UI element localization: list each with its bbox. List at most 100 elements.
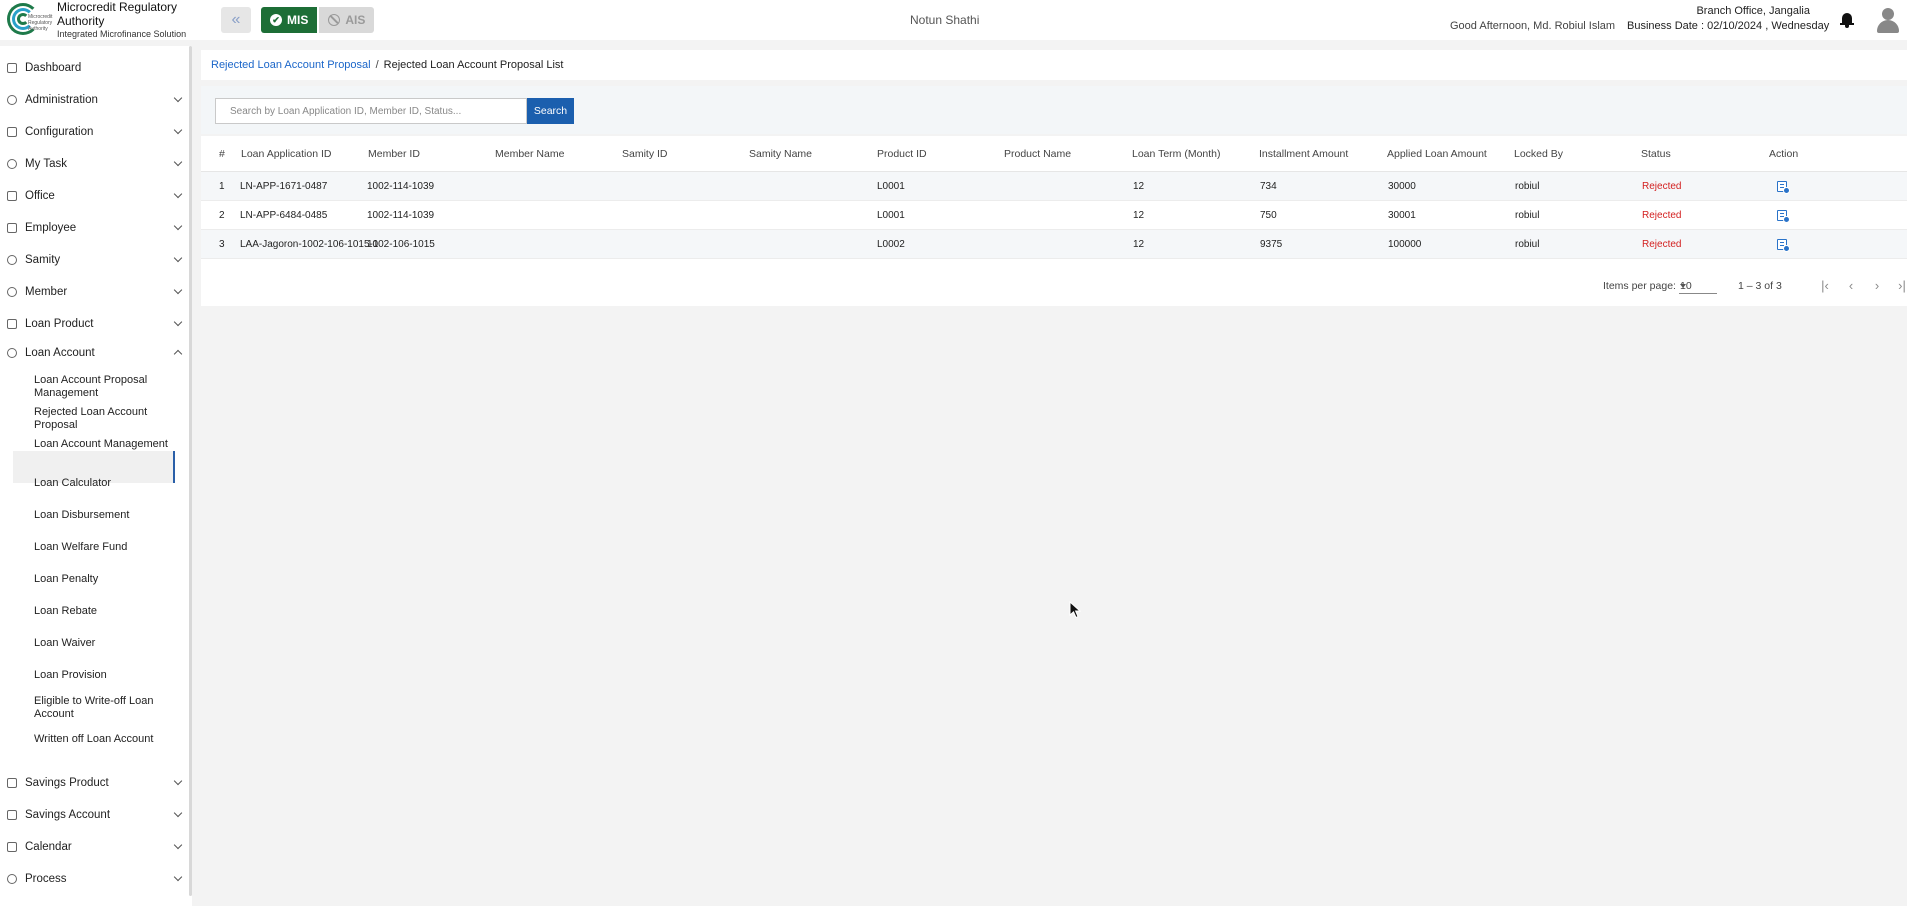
loan-application-id: LN-APP-6484-0485 bbox=[240, 209, 328, 221]
caret-down-icon bbox=[1680, 284, 1686, 288]
items-per-page-label: Items per page: bbox=[1603, 280, 1676, 292]
sidebar-sub-eligible-to-write-off[interactable]: Eligible to Write-off Loan Account bbox=[34, 695, 174, 721]
sidebar-sub-rejected-loan-account-proposal[interactable]: Rejected Loan Account Proposal bbox=[34, 406, 174, 432]
product-id: L0001 bbox=[877, 209, 905, 221]
chevron-left-icon: ‹ bbox=[1848, 277, 1854, 293]
items-per-page-select[interactable]: 10 bbox=[1679, 276, 1717, 294]
next-page-button[interactable]: › bbox=[1868, 276, 1886, 294]
column-header[interactable]: Applied Loan Amount bbox=[1387, 136, 1487, 171]
sidebar-item-configuration[interactable]: Configuration bbox=[0, 122, 185, 142]
sidebar-item-process[interactable]: Process bbox=[0, 869, 185, 889]
collapse-sidebar-button[interactable]: « bbox=[221, 7, 251, 33]
sidebar-sub-loan-account-proposal-management[interactable]: Loan Account Proposal Management bbox=[34, 374, 174, 400]
loan-term: 12 bbox=[1133, 209, 1145, 221]
sidebar-item-administration[interactable]: Administration bbox=[0, 90, 185, 110]
mra-logo-icon: Microcredit Regulatory Authority bbox=[6, 2, 52, 38]
column-header[interactable]: Loan Term (Month) bbox=[1132, 136, 1221, 171]
sidebar-item-my-task[interactable]: My Task bbox=[0, 154, 185, 174]
brand-subtitle: Integrated Microfinance Solution bbox=[57, 28, 187, 39]
view-details-button[interactable] bbox=[1777, 230, 1790, 258]
document-view-icon bbox=[1777, 180, 1790, 194]
column-header[interactable]: Installment Amount bbox=[1259, 136, 1348, 171]
user-avatar-icon[interactable] bbox=[1876, 7, 1900, 33]
branch-office: Branch Office, Jangalia bbox=[1696, 5, 1810, 17]
breadcrumb-separator: / bbox=[375, 59, 379, 71]
row-index: 2 bbox=[219, 209, 225, 221]
view-details-button[interactable] bbox=[1777, 201, 1790, 229]
column-header[interactable]: Product Name bbox=[1004, 136, 1071, 171]
column-header[interactable]: Member Name bbox=[495, 136, 564, 171]
sidebar-sub-loan-provision[interactable]: Loan Provision bbox=[34, 669, 174, 682]
samity-icon bbox=[7, 255, 17, 265]
product-id: L0002 bbox=[877, 238, 905, 250]
first-page-button[interactable]: |‹ bbox=[1816, 276, 1834, 294]
sidebar-sub-loan-calculator[interactable]: Loan Calculator bbox=[34, 477, 174, 490]
chevron-down-icon bbox=[173, 189, 183, 199]
chevron-down-icon bbox=[173, 808, 183, 818]
brand: Microcredit Regulatory Authority Microcr… bbox=[0, 0, 216, 41]
sidebar-item-label: Loan Account bbox=[25, 347, 95, 359]
table-row[interactable]: 1 LN-APP-1671-0487 1002-114-1039 L0001 1… bbox=[201, 172, 1907, 201]
sidebar-item-dashboard[interactable]: Dashboard bbox=[0, 58, 185, 78]
sidebar-item-employee[interactable]: Employee bbox=[0, 218, 185, 238]
sidebar-sub-loan-penalty[interactable]: Loan Penalty bbox=[34, 573, 174, 586]
first-page-icon: |‹ bbox=[1821, 277, 1829, 293]
paginator: Items per page: 10 1 – 3 of 3 |‹ ‹ › ›| bbox=[201, 266, 1907, 306]
sidebar-item-loan-account[interactable]: Loan Account bbox=[0, 343, 185, 363]
grid-icon bbox=[7, 63, 17, 73]
page-title: Rejected Loan Account Proposal List bbox=[383, 59, 564, 71]
previous-page-button[interactable]: ‹ bbox=[1842, 276, 1860, 294]
installment-amount: 9375 bbox=[1260, 238, 1283, 250]
page-range: 1 – 3 of 3 bbox=[1738, 280, 1782, 292]
column-header[interactable]: Loan Application ID bbox=[241, 136, 331, 171]
column-header[interactable]: Status bbox=[1641, 136, 1671, 171]
table-row[interactable]: 2 LN-APP-6484-0485 1002-114-1039 L0001 1… bbox=[201, 201, 1907, 230]
column-header[interactable]: Product ID bbox=[877, 136, 927, 171]
search-button[interactable]: Search bbox=[527, 98, 574, 124]
search-input[interactable] bbox=[215, 98, 527, 124]
sidebar-item-label: Process bbox=[25, 873, 67, 885]
sidebar-sub-loan-account-management[interactable]: Loan Account Management bbox=[34, 438, 174, 451]
last-page-button[interactable]: ›| bbox=[1893, 276, 1907, 294]
sidebar-sub-written-off-loan-account[interactable]: Written off Loan Account bbox=[34, 733, 174, 746]
sidebar-item-label: Savings Product bbox=[25, 777, 109, 789]
sidebar-sub-loan-waiver[interactable]: Loan Waiver bbox=[34, 637, 174, 650]
sidebar-item-member[interactable]: Member bbox=[0, 282, 185, 302]
table-row[interactable]: 3 LAA-Jagoron-1002-106-1015-1 1002-106-1… bbox=[201, 230, 1907, 259]
locked-by: robiul bbox=[1515, 238, 1540, 250]
sidebar-sub-loan-rebate[interactable]: Loan Rebate bbox=[34, 605, 174, 618]
mis-mode-button[interactable]: ✔ MIS bbox=[261, 7, 318, 33]
column-header[interactable]: Locked By bbox=[1514, 136, 1563, 171]
loan-account-icon bbox=[7, 348, 17, 358]
sidebar-item-savings-account[interactable]: Savings Account bbox=[0, 805, 185, 825]
sidebar-item-calendar[interactable]: Calendar bbox=[0, 837, 185, 857]
sidebar-item-savings-product[interactable]: Savings Product bbox=[0, 773, 185, 793]
sidebar-item-label: Dashboard bbox=[25, 62, 82, 74]
sidebar-item-office[interactable]: Office bbox=[0, 186, 185, 206]
column-header[interactable]: Samity Name bbox=[749, 136, 812, 171]
logo-text: Microcredit Regulatory Authority bbox=[28, 14, 53, 32]
sidebar-item-label: Calendar bbox=[25, 841, 72, 853]
sidebar-item-samity[interactable]: Samity bbox=[0, 250, 185, 270]
view-details-button[interactable] bbox=[1777, 172, 1790, 200]
chevron-down-icon bbox=[173, 221, 183, 231]
breadcrumb-link[interactable]: Rejected Loan Account Proposal bbox=[211, 59, 371, 71]
bell-icon[interactable] bbox=[1840, 12, 1854, 28]
table-header-row: # Loan Application ID Member ID Member N… bbox=[201, 136, 1907, 172]
column-header[interactable]: Member ID bbox=[368, 136, 420, 171]
column-header[interactable]: Samity ID bbox=[622, 136, 668, 171]
row-index: 1 bbox=[219, 180, 225, 192]
sidebar-item-loan-product[interactable]: Loan Product bbox=[0, 314, 185, 334]
sidebar-scrollbar[interactable] bbox=[189, 46, 192, 896]
sidebar-sub-loan-disbursement[interactable]: Loan Disbursement bbox=[34, 509, 174, 522]
installment-amount: 750 bbox=[1260, 209, 1277, 221]
savings-product-icon bbox=[7, 778, 17, 788]
product-id: L0001 bbox=[877, 180, 905, 192]
ais-mode-button[interactable]: AIS bbox=[319, 7, 375, 33]
sidebar-item-label: Administration bbox=[25, 94, 98, 106]
sidebar-item-label: Employee bbox=[25, 222, 77, 234]
sidebar-sub-loan-welfare-fund[interactable]: Loan Welfare Fund bbox=[34, 541, 174, 554]
status-badge: Rejected bbox=[1642, 238, 1682, 250]
employee-icon bbox=[7, 223, 17, 233]
column-header[interactable]: # bbox=[219, 136, 225, 171]
